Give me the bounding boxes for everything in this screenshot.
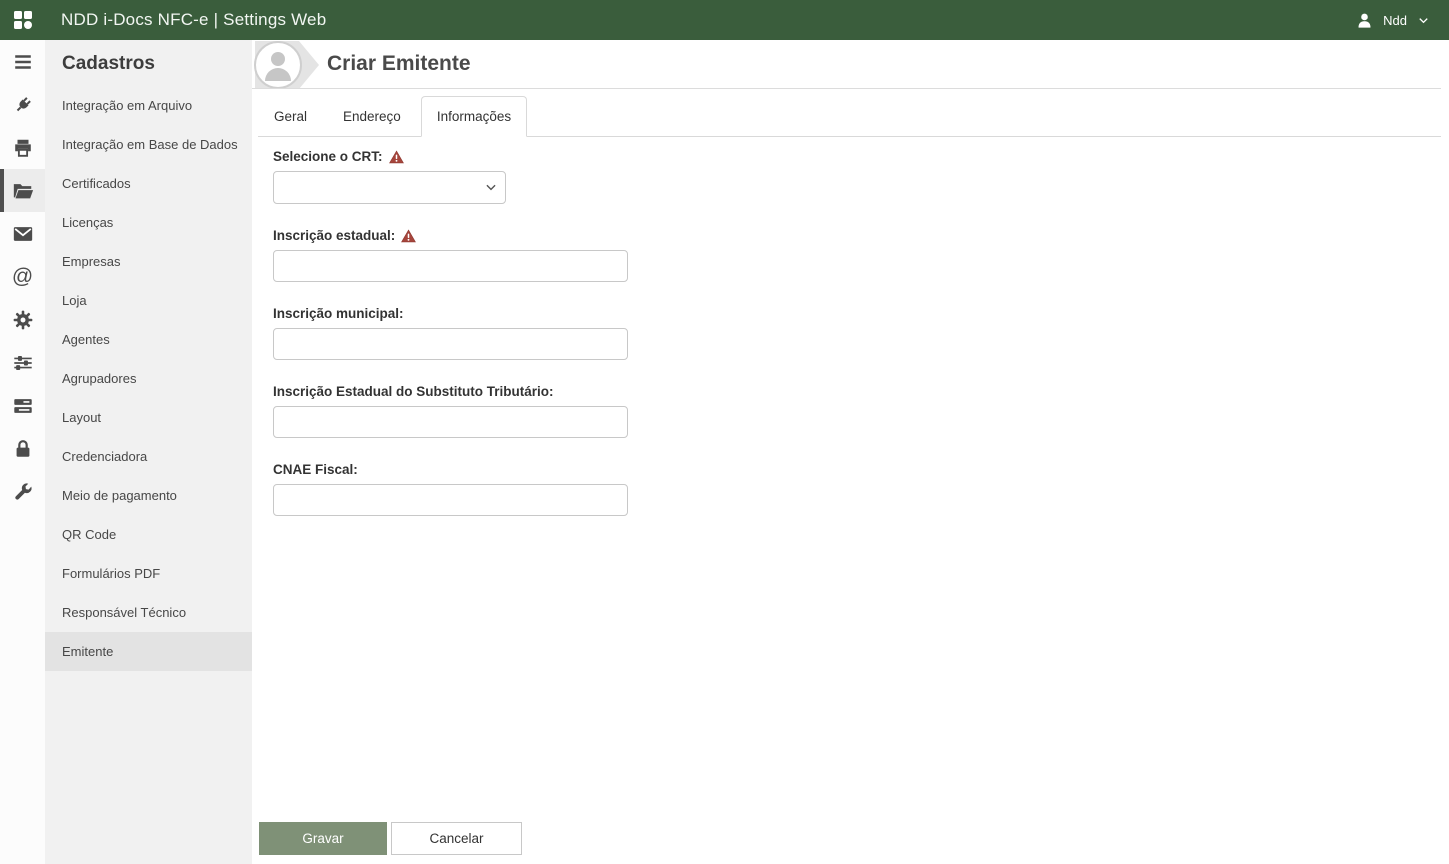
- wrench-icon[interactable]: [0, 470, 45, 513]
- sidebar-item-meio-pagamento[interactable]: Meio de pagamento: [45, 476, 252, 515]
- tab-endereco[interactable]: Endereço: [327, 96, 417, 136]
- top-header: NDD i-Docs NFC-e | Settings Web Ndd: [0, 0, 1449, 40]
- stacked-rows-icon[interactable]: [0, 384, 45, 427]
- sidebar-item-empresas[interactable]: Empresas: [45, 242, 252, 281]
- sidebar-item-formularios-pdf[interactable]: Formulários PDF: [45, 554, 252, 593]
- field-inscricao-municipal: Inscrição municipal:: [273, 306, 1449, 360]
- page-title: Criar Emitente: [327, 52, 471, 75]
- lock-icon[interactable]: [0, 427, 45, 470]
- user-menu[interactable]: Ndd: [1355, 11, 1431, 30]
- envelope-icon[interactable]: [0, 212, 45, 255]
- inscricao-municipal-input[interactable]: [273, 328, 628, 360]
- field-label: CNAE Fiscal:: [273, 462, 1449, 477]
- icon-rail: @: [0, 40, 45, 864]
- tab-bar: Geral Endereço Informações: [258, 96, 1441, 137]
- emitente-avatar-icon: [254, 41, 319, 88]
- tab-informacoes[interactable]: Informações: [420, 96, 528, 137]
- sidebar-heading: Cadastros: [62, 53, 155, 74]
- sidebar-item-emitente[interactable]: Emitente: [45, 632, 252, 671]
- warning-icon: [401, 228, 417, 242]
- sidebar-item-agrupadores[interactable]: Agrupadores: [45, 359, 252, 398]
- plug-icon[interactable]: [0, 83, 45, 126]
- sidebar-item-responsavel-tecnico[interactable]: Responsável Técnico: [45, 593, 252, 632]
- user-name: Ndd: [1383, 12, 1407, 28]
- sidebar-item-agentes[interactable]: Agentes: [45, 320, 252, 359]
- field-label: Selecione o CRT:: [273, 149, 1449, 164]
- field-cnae-fiscal: CNAE Fiscal:: [273, 462, 1449, 516]
- inscricao-estadual-label: Inscrição estadual:: [273, 228, 396, 243]
- informacoes-form: Selecione o CRT: Inscrição estadual: Ins…: [252, 137, 1449, 822]
- field-inscricao-substituto: Inscrição Estadual do Substituto Tributá…: [273, 384, 1449, 438]
- page-header: Criar Emitente: [252, 40, 1441, 89]
- printer-icon[interactable]: [0, 126, 45, 169]
- inscricao-substituto-label: Inscrição Estadual do Substituto Tributá…: [273, 384, 554, 399]
- app-title: NDD i-Docs NFC-e | Settings Web: [61, 10, 327, 29]
- chevron-down-icon: [1419, 17, 1428, 23]
- sidebar-item-loja[interactable]: Loja: [45, 281, 252, 320]
- warning-icon: [388, 149, 404, 163]
- sidebar-cadastros: Cadastros Integração em Arquivo Integraç…: [45, 40, 252, 864]
- form-actions: Gravar Cancelar: [252, 822, 1449, 864]
- gear-icon[interactable]: [0, 298, 45, 341]
- sidebar-item-credenciadora[interactable]: Credenciadora: [45, 437, 252, 476]
- sidebar-item-certificados[interactable]: Certificados: [45, 164, 252, 203]
- sidebar-item-licencas[interactable]: Licenças: [45, 203, 252, 242]
- sidebar-item-integracao-base-dados[interactable]: Integração em Base de Dados: [45, 125, 252, 164]
- cnae-fiscal-input[interactable]: [273, 484, 628, 516]
- at-sign-icon[interactable]: @: [0, 255, 45, 298]
- menu-icon[interactable]: [0, 40, 45, 83]
- field-label: Inscrição municipal:: [273, 306, 1449, 321]
- inscricao-municipal-label: Inscrição municipal:: [273, 306, 404, 321]
- cnae-fiscal-label: CNAE Fiscal:: [273, 462, 358, 477]
- field-label: Inscrição Estadual do Substituto Tributá…: [273, 384, 1449, 399]
- inscricao-substituto-input[interactable]: [273, 406, 628, 438]
- user-icon: [1358, 13, 1371, 28]
- sliders-icon[interactable]: [0, 341, 45, 384]
- sidebar-item-layout[interactable]: Layout: [45, 398, 252, 437]
- crt-select[interactable]: [273, 171, 506, 204]
- tab-geral[interactable]: Geral: [258, 96, 323, 136]
- crt-label: Selecione o CRT:: [273, 149, 383, 164]
- sidebar-item-integracao-arquivo[interactable]: Integração em Arquivo: [45, 86, 252, 125]
- field-inscricao-estadual: Inscrição estadual:: [273, 228, 1449, 282]
- field-crt: Selecione o CRT:: [273, 149, 1449, 204]
- cancel-button[interactable]: Cancelar: [391, 822, 522, 855]
- field-label: Inscrição estadual:: [273, 228, 1449, 243]
- sidebar-item-qr-code[interactable]: QR Code: [45, 515, 252, 554]
- folder-open-icon[interactable]: [0, 169, 45, 212]
- save-button[interactable]: Gravar: [259, 822, 387, 855]
- inscricao-estadual-input[interactable]: [273, 250, 628, 282]
- apps-grid-icon[interactable]: [14, 10, 33, 30]
- main-content: Criar Emitente Geral Endereço Informaçõe…: [252, 40, 1449, 864]
